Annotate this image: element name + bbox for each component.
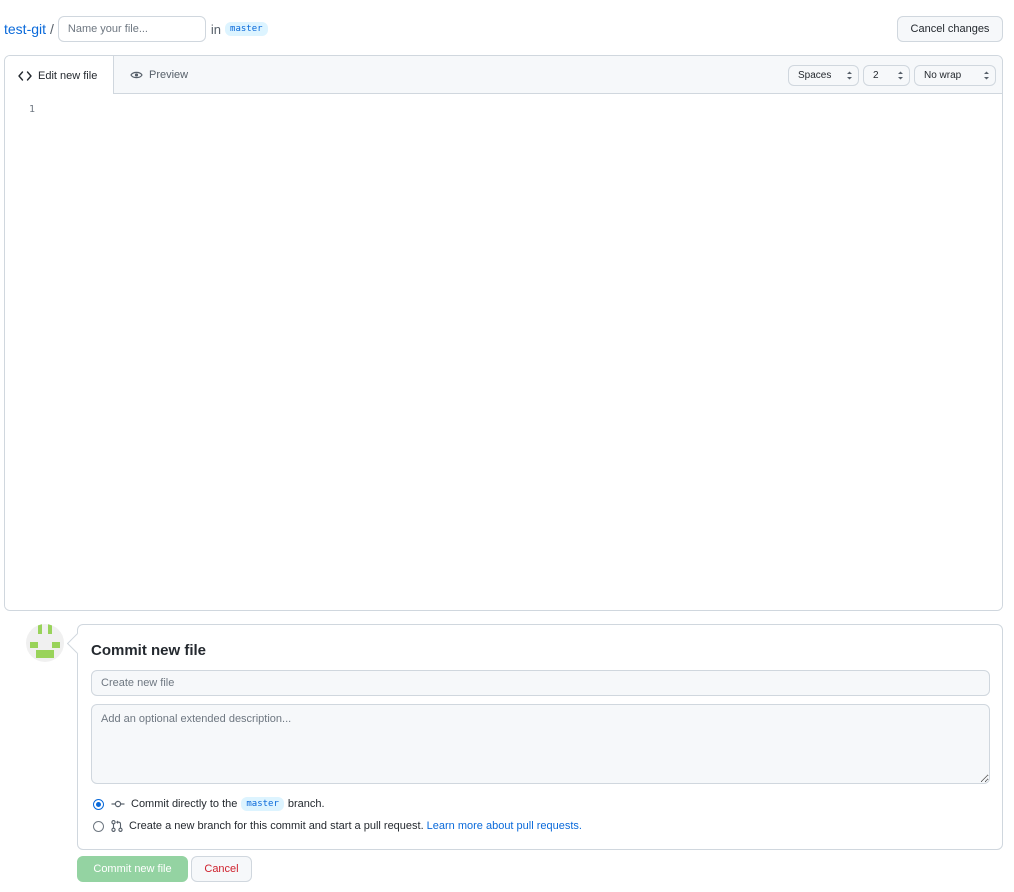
cancel-button[interactable]: Cancel: [191, 856, 252, 882]
file-path-row: test-git / in master: [4, 16, 268, 42]
line-number: 1: [29, 104, 36, 115]
git-commit-icon: [111, 800, 125, 808]
branch-badge: master: [225, 22, 268, 36]
wrap-mode-select[interactable]: No wrap: [914, 65, 996, 86]
wrap-mode-value: No wrap: [924, 70, 962, 81]
code-icon: [18, 70, 32, 81]
tab-preview-label: Preview: [149, 69, 189, 81]
indent-size-select[interactable]: 2: [863, 65, 910, 86]
code-input-area[interactable]: [50, 100, 992, 601]
repo-link[interactable]: test-git: [4, 21, 46, 37]
indent-mode-select[interactable]: Spaces: [788, 65, 859, 86]
select-caret-icon: [847, 71, 852, 80]
tab-edit-new-file[interactable]: Edit new file: [5, 56, 114, 95]
path-separator: /: [50, 21, 54, 37]
indent-mode-value: Spaces: [798, 70, 832, 81]
git-pull-request-icon: [111, 820, 123, 832]
tab-edit-label: Edit new file: [38, 69, 98, 82]
indent-size-value: 2: [873, 70, 879, 81]
new-branch-bold: Create a new branch: [129, 820, 232, 832]
commit-direct-option[interactable]: Commit directly to the master branch.: [93, 797, 325, 811]
commit-description-input[interactable]: [91, 704, 990, 784]
commit-new-file-button[interactable]: Commit new file: [77, 856, 188, 882]
editor-body: 1: [5, 94, 1002, 610]
branch-badge: master: [241, 797, 284, 811]
commit-form: Commit new file Commit directly to the m…: [77, 624, 1003, 850]
commit-title: Commit new file: [91, 642, 207, 659]
in-label: in: [210, 21, 222, 37]
cancel-changes-button[interactable]: Cancel changes: [897, 16, 1003, 42]
commit-direct-radio[interactable]: [93, 798, 104, 810]
learn-more-pull-requests-link[interactable]: Learn more about pull requests.: [427, 820, 582, 832]
eye-icon: [130, 71, 143, 79]
filename-input[interactable]: [57, 16, 206, 42]
commit-new-branch-radio[interactable]: [93, 820, 104, 832]
select-caret-icon: [898, 71, 903, 80]
commit-direct-prefix: Commit directly to the: [131, 798, 238, 810]
commit-new-branch-option[interactable]: Create a new branch for this commit and …: [93, 820, 582, 832]
commit-summary-input[interactable]: [91, 670, 990, 696]
avatar: [26, 624, 64, 662]
file-editor: Edit new file Preview Spaces 2 No wrap 1: [4, 55, 1003, 611]
commit-direct-suffix: branch.: [287, 798, 325, 810]
new-branch-rest: for this commit and start a pull request…: [234, 820, 424, 832]
editor-toolbar: Edit new file Preview Spaces 2 No wrap: [5, 56, 1002, 95]
tab-preview[interactable]: Preview: [130, 56, 188, 94]
select-caret-icon: [984, 71, 989, 80]
